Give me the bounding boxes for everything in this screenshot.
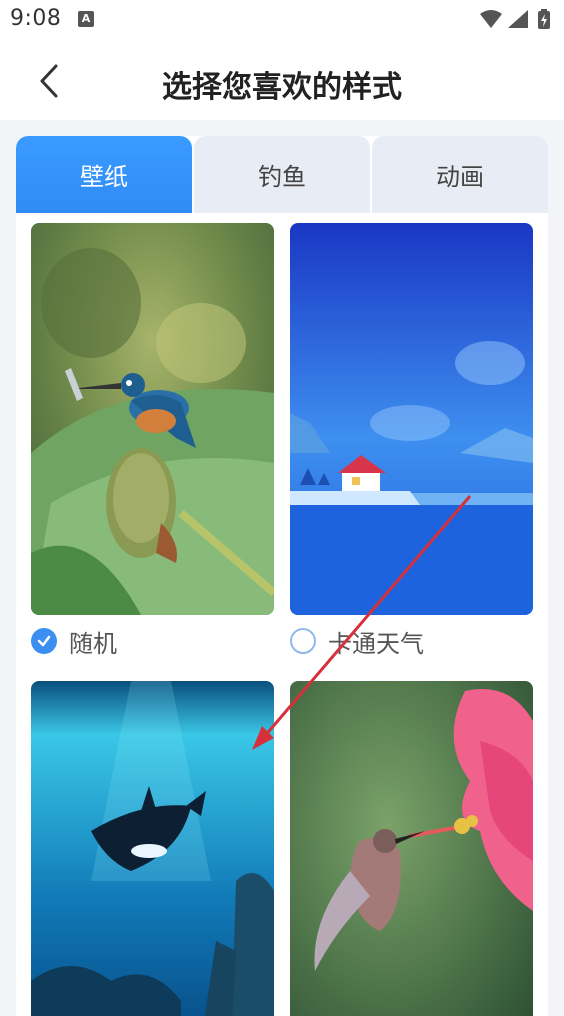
style-thumbnail-underwater[interactable]: [31, 681, 274, 1016]
style-option-random[interactable]: 随机: [31, 623, 117, 659]
a-badge-icon: A: [78, 11, 94, 27]
tab-wallpaper[interactable]: 壁纸: [16, 136, 192, 213]
tab-animation[interactable]: 动画: [372, 136, 548, 213]
style-card: 壁纸 钓鱼 动画 随机 卡通天气: [16, 136, 548, 1016]
style-option-label: 卡通天气: [328, 629, 424, 658]
tab-fishing[interactable]: 钓鱼: [194, 136, 370, 213]
page-title: 选择您喜欢的样式: [162, 70, 402, 105]
status-icons: [478, 8, 554, 32]
style-thumbnail-random[interactable]: [31, 223, 274, 615]
style-option-label: 随机: [69, 629, 117, 658]
signal-icon: [508, 10, 528, 28]
unchecked-radio-icon: [290, 628, 316, 654]
battery-charging-icon: [538, 9, 550, 29]
style-thumbnail-cartoon-weather[interactable]: [290, 223, 533, 615]
status-time: 9:08: [10, 6, 62, 31]
header: 选择您喜欢的样式: [0, 40, 564, 120]
wifi-icon: [480, 10, 502, 28]
tab-bar: 壁纸 钓鱼 动画: [16, 136, 548, 213]
status-bar: 9:08 A: [0, 0, 564, 40]
checked-radio-icon: [31, 628, 57, 654]
style-thumbnail-hummingbird[interactable]: [290, 681, 533, 1016]
style-option-cartoon-weather[interactable]: 卡通天气: [290, 623, 424, 659]
